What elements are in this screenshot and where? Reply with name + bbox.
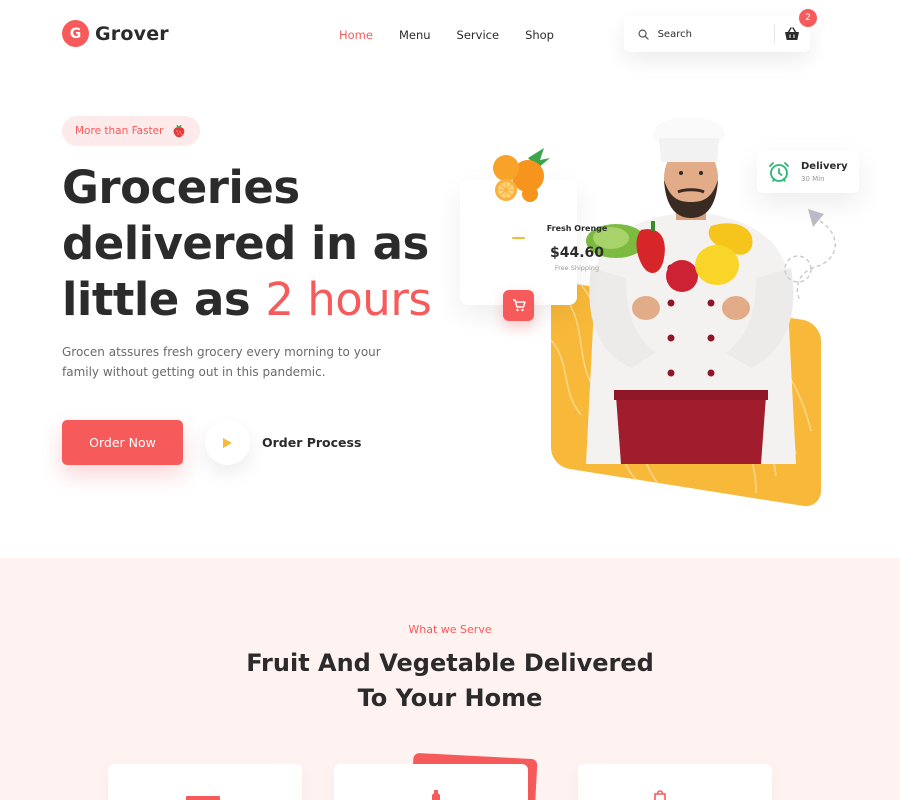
product-divider <box>512 237 525 239</box>
logo-icon: G <box>62 20 89 47</box>
order-process-button[interactable]: Order Process <box>205 420 361 465</box>
order-process-label: Order Process <box>262 435 362 450</box>
orange-image <box>493 148 550 202</box>
search-icon <box>630 29 658 40</box>
product-price: $44.60 <box>549 245 605 261</box>
product-shipping: Free Shipping <box>554 264 600 272</box>
serve-section: What we Serve Fruit And Vegetable Delive… <box>0 558 900 800</box>
play-icon <box>223 437 232 448</box>
search-bar <box>624 16 810 52</box>
search-input[interactable] <box>657 28 768 40</box>
cart-button[interactable] <box>775 27 810 41</box>
bottle-icon <box>432 790 440 800</box>
play-button[interactable] <box>205 420 250 465</box>
order-now-button[interactable]: Order Now <box>62 420 183 465</box>
nav-item-shop[interactable]: Shop <box>525 28 554 42</box>
hero-subtext: Grocen atssures fresh grocery every morn… <box>62 345 381 379</box>
service-card[interactable] <box>578 764 772 800</box>
site-header: G Grover Home Menu Service Shop 2 <box>0 0 900 80</box>
add-to-cart-button[interactable] <box>503 290 534 321</box>
serve-title: Fruit And Vegetable Delivered To Your Ho… <box>0 646 900 716</box>
delivery-time: 30 Min <box>801 174 825 183</box>
service-card[interactable] <box>334 764 528 800</box>
service-icon <box>186 796 220 800</box>
nav-item-menu[interactable]: Menu <box>399 28 431 42</box>
delivery-path-decoration <box>784 209 836 302</box>
brand-logo[interactable]: G Grover <box>62 20 169 47</box>
serve-kicker: What we Serve <box>408 623 492 636</box>
delivery-info: Delivery 30 Min <box>801 161 848 183</box>
hero-headline: Groceries delivered in as little as 2 ho… <box>62 160 442 328</box>
headline-line-3: little as <box>62 273 266 326</box>
headline-accent: 2 hours <box>265 273 432 326</box>
basket-icon <box>785 27 800 40</box>
strawberry-icon <box>174 125 185 138</box>
headline-line-1: Groceries <box>62 161 300 214</box>
delivery-title: Delivery <box>801 160 848 172</box>
headline-line-2: delivered in as <box>62 217 429 270</box>
alarm-clock-icon <box>769 161 789 182</box>
cart-count-badge: 2 <box>799 9 817 27</box>
service-card[interactable] <box>108 764 302 800</box>
bag-icon <box>654 790 666 800</box>
serve-title-line-1: Fruit And Vegetable Delivered <box>246 649 654 677</box>
brand-name: Grover <box>95 22 169 45</box>
product-name: Fresh Orenge <box>546 224 608 233</box>
cart-icon <box>512 299 526 312</box>
tag-pill: More than Faster <box>62 116 200 146</box>
serve-title-line-2: To Your Home <box>357 684 543 712</box>
tag-pill-label: More than Faster <box>75 125 164 137</box>
main-nav: Home Menu Service Shop <box>339 28 554 42</box>
delivery-card: Delivery 30 Min <box>757 150 859 193</box>
nav-item-home[interactable]: Home <box>339 28 373 42</box>
nav-item-service[interactable]: Service <box>457 28 500 42</box>
